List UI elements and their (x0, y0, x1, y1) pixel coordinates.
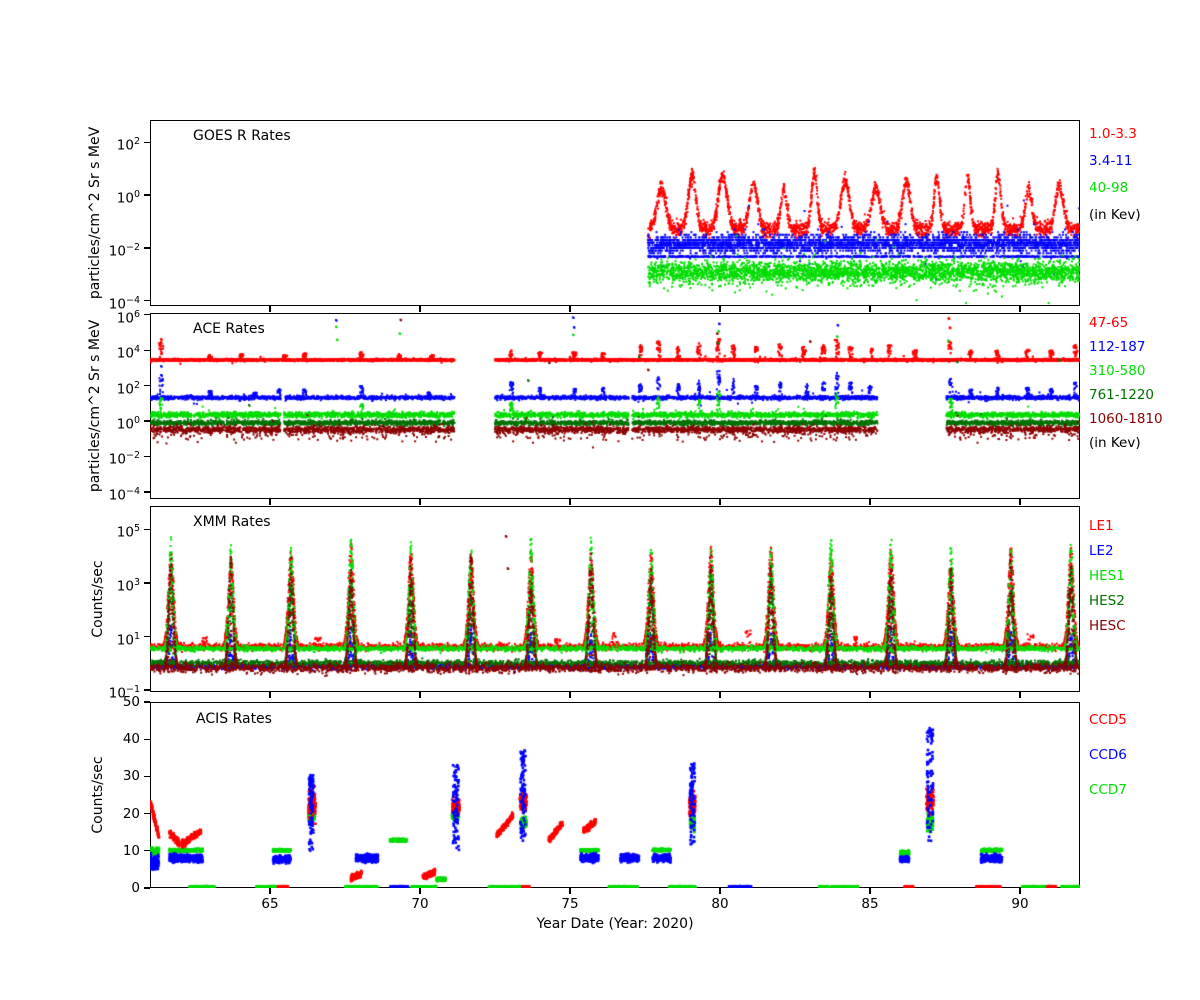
acis-y-tick-label: 30 (94, 767, 140, 785)
legend-ace-inKev: (in Kev) (1089, 435, 1141, 451)
goes-y-tick (144, 142, 150, 143)
goes-y-tick (144, 300, 150, 301)
ace-y-tick (144, 314, 150, 315)
ace-x-tick (719, 499, 720, 505)
x-tick-label: 80 (698, 896, 742, 912)
goes-y-tick-label: 10−2 (94, 239, 140, 257)
acis-scatter-canvas (150, 702, 1080, 888)
xmm-y-tick-label: 105 (94, 520, 140, 538)
xmm-y-tick (144, 689, 150, 690)
goes-y-tick-label: 100 (94, 186, 140, 204)
acis-x-tick (869, 888, 870, 894)
goes-y-axis-label: particles/cm^2 Sr s MeV (87, 127, 103, 299)
xmm-y-tick-label: 101 (94, 628, 140, 646)
xmm-y-tick (144, 529, 150, 530)
ace-y-tick (144, 420, 150, 421)
legend-goes-40-98: 40-98 (1089, 180, 1128, 196)
legend-acis-CCD7: CCD7 (1089, 782, 1127, 798)
ace-y-tick-label: 106 (94, 306, 140, 324)
x-axis-label: Year Date (Year: 2020) (536, 916, 693, 932)
xmm-x-tick (569, 692, 570, 698)
acis-x-tick (269, 888, 270, 894)
goes-x-tick (869, 306, 870, 312)
legend-xmm-HES2: HES2 (1089, 593, 1125, 609)
goes-x-tick (1019, 306, 1020, 312)
acis-x-tick (1019, 888, 1020, 894)
acis-y-tick-label: 40 (94, 730, 140, 748)
legend-xmm-HES1: HES1 (1089, 568, 1125, 584)
acis-x-tick (419, 888, 420, 894)
xmm-x-tick (419, 692, 420, 698)
xmm-y-tick (144, 582, 150, 583)
acis-y-tick (144, 850, 150, 851)
acis-y-tick (144, 813, 150, 814)
xmm-y-tick (144, 636, 150, 637)
ace-x-tick (869, 499, 870, 505)
x-tick-label: 90 (998, 896, 1042, 912)
xmm-x-tick (869, 692, 870, 698)
goes-y-tick-label: 102 (94, 133, 140, 151)
ace-y-tick-label: 102 (94, 377, 140, 395)
acis-y-tick-label: 10 (94, 842, 140, 860)
goes-y-tick (144, 194, 150, 195)
legend-ace-112-187: 112-187 (1089, 339, 1145, 355)
legend-xmm-LE1: LE1 (1089, 518, 1114, 534)
acis-y-tick (144, 701, 150, 702)
acis-y-tick (144, 776, 150, 777)
xmm-x-tick (1019, 692, 1020, 698)
legend-ace-310-580: 310-580 (1089, 363, 1145, 379)
legend-ace-1060-1810: 1060-1810 (1089, 411, 1163, 427)
xmm-x-tick (719, 692, 720, 698)
ace-y-tick-label: 10−2 (94, 447, 140, 465)
ace-x-tick (269, 499, 270, 505)
goes-x-tick (419, 306, 420, 312)
goes-x-tick (569, 306, 570, 312)
figure: GOES R Rates ACE Rates XMM Rates ACIS Ra… (0, 0, 1200, 1000)
legend-goes-1.0-3.3: 1.0-3.3 (1089, 126, 1137, 142)
acis-x-tick (569, 888, 570, 894)
legend-ace-761-1220: 761-1220 (1089, 387, 1154, 403)
acis-y-tick-label: 0 (94, 879, 140, 897)
x-tick-label: 75 (548, 896, 592, 912)
legend-xmm-LE2: LE2 (1089, 543, 1114, 559)
ace-scatter-canvas (150, 313, 1080, 499)
ace-y-tick (144, 350, 150, 351)
legend-goes-inKev: (in Kev) (1089, 207, 1141, 223)
acis-y-tick (144, 887, 150, 888)
legend-acis-CCD6: CCD6 (1089, 747, 1127, 763)
goes-x-tick (719, 306, 720, 312)
ace-y-tick (144, 385, 150, 386)
x-tick-label: 85 (848, 896, 892, 912)
legend-acis-CCD5: CCD5 (1089, 712, 1127, 728)
acis-y-tick (144, 739, 150, 740)
goes-scatter-canvas (150, 120, 1080, 306)
ace-y-tick-label: 100 (94, 412, 140, 430)
acis-y-tick-label: 20 (94, 805, 140, 823)
legend-ace-47-65: 47-65 (1089, 315, 1128, 331)
acis-x-tick (719, 888, 720, 894)
ace-y-tick (144, 491, 150, 492)
ace-y-tick-label: 104 (94, 341, 140, 359)
legend-goes-3.4-11: 3.4-11 (1089, 153, 1133, 169)
x-tick-label: 70 (398, 896, 442, 912)
goes-x-tick (269, 306, 270, 312)
ace-x-tick (419, 499, 420, 505)
goes-y-tick (144, 247, 150, 248)
xmm-y-axis-label: Counts/sec (90, 560, 106, 637)
ace-y-tick-label: 10−4 (94, 483, 140, 501)
acis-y-tick-label: 50 (94, 693, 140, 711)
x-tick-label: 65 (248, 896, 292, 912)
xmm-y-tick-label: 103 (94, 574, 140, 592)
ace-y-tick (144, 456, 150, 457)
xmm-scatter-canvas (150, 506, 1080, 692)
legend-xmm-HESC: HESC (1089, 618, 1126, 634)
xmm-x-tick (269, 692, 270, 698)
ace-x-tick (569, 499, 570, 505)
ace-x-tick (1019, 499, 1020, 505)
